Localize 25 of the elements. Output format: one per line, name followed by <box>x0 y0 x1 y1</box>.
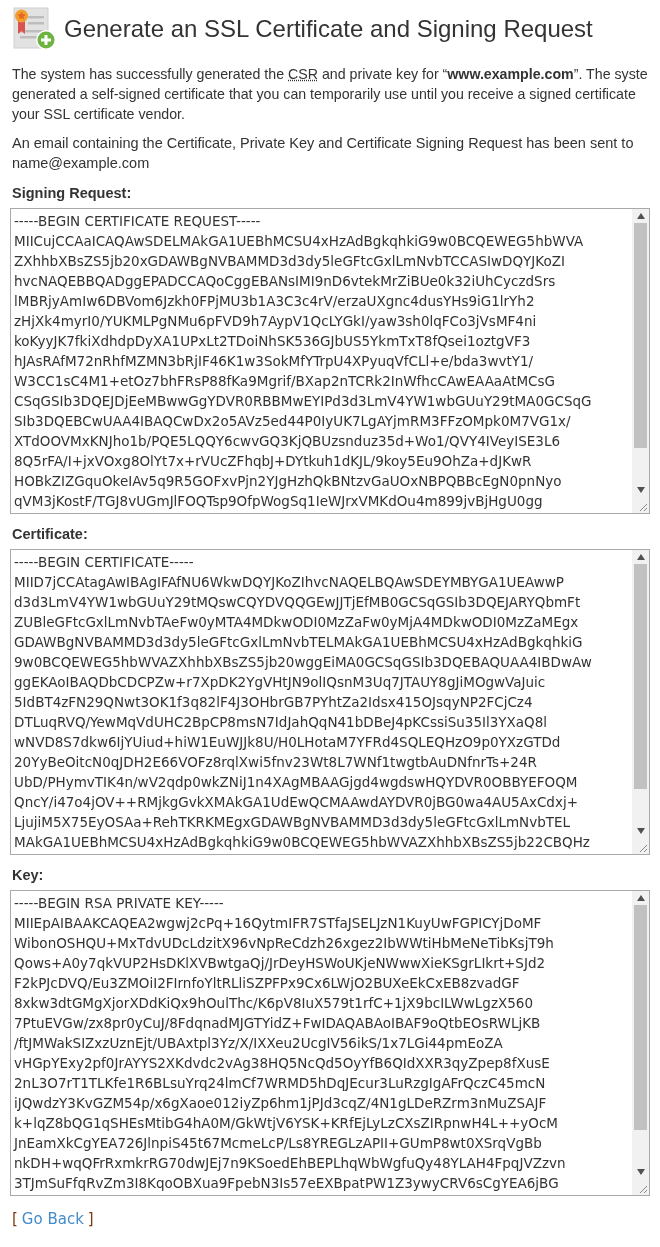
text-area[interactable]: -----BEGIN CERTIFICATE REQUEST----- MIICujCCAaICAQAwSDELMAkGA1UEBhMCSU4xHzAdBgkqhkiG9w0BCQEWEG5hbWVA ZXhhbXBsZS5jb20xGDAWBgNVBAMMD3d3dy5leGFtcGxlLmNvbTCCASIwDQYJKoZI hvcNAQEBBQADggEPADCCAQoCggEBANsIMI9nD6vtekMrZiBUe0k32iUhCyczdSrs lMBRjyAmIw6DBVom6Jzkh0FPjMU3b1A3C3c4rV/erzaUXgnc4dusYHs9iG1lrYh2 zHjXk4myrI0/YUKMLPgNMu6pFVD9h7AypV1QcLYGkI/yaw3sh0lqFCo3jVsMF4ni koKyyJK7fkiXdhdpDyXA1UPxLt2TDoiNhSK536GJbUS5YkmTxT8fQsei1oztgVF3 hJAsRAfM72nRhfMZMN3bRjIF46K1w3SokMfYTrpU4XPyuqVfCLl+e/bda3wvtY1/ W3CC1sC4M1+etOz7bhFRsP88fKa9Mgrif/BXap2nTCRk2InWfhcCAwEAAaAtMCsG CSqGSIb3DQEJDjEeMBwwGgYDVR0RBBMwEYIPd3d3LmV4YW1wbGUuY29tMA0GCSqG SIb3DQEBCwUAA4IBAQCwDx2o5AVz5ed44P0IyUK7LgAYjmRM3FFzOMpk0M7VG1x/ XTdOOVMxKNJho1b/PQE5LQQY6cwvGQ3KjQBUzsnduz35d+Wo1/QVY4IVeyISE3L6 8Q5rFA/I+jxVOxg8OlYt7x+rVUcZFhqbJ+DYtkuh1dKJL/9koy5Eu9OhZa+dJKwR HOBkZIZGquOkeIAv5q9R5GOFxvPjn2YJgHzhQkBNtzvGaUOxNBPQBBcEgN0pnNyo qVM3jKostF/TGJ8vUGmJlFOQTsp9OfpWogSq1IeWJrxVMKdOu4m899jvBjHgU0gg <box>10 208 650 514</box>
go-back-link[interactable]: Go Back <box>21 1208 84 1230</box>
certificate-add-icon <box>12 6 58 52</box>
scrollbar[interactable] <box>632 891 649 1195</box>
text-area[interactable]: -----BEGIN RSA PRIVATE KEY----- MIIEpAIBAAKCAQEA2wgwj2cPq+16QytmIFR7STfaJSELJzN1KuyUwFGPICYjDoMF WibonOSHQU+MxTdvUDcLdzitX96vNpReCdzh26xgez2IbWWtiHbMeNeTibKsjT9h Qows+A0y7qkVUP2HsDKlXVBwtgaQj/JrDeyHSWoUKjeNWwwXieKSgrLIkrt+SJd2 F2kPJcDVQ/Eu3ZMOiI2FIrnfoYltRLliSZPFPx9Cx6LWjO2BUXeEkCxEB8zvadGF 8xkw3dtGMgXjorXDdKiQx9hOulThc/K6pV8IuX579t1rfC+1jX9bcILWwLgzX560 7PtuEVGw/zx8pr0yCuJ/8FdqnadMJGTYidZ+FwIDAQABAoIBAF9oQtbEOsRWLjKB /ftJMWakSIZxzUznEjt/UBAxtpl3Yz/X/IXXeu2UcgIV56ikS/1x7LGi44pmEoZA vHGpYExy2pf0JrAYYS2XKdvdc2vAg38HQ5NcQd5OyYfB6QIdXXR3qyZpep8fXusE 2nL3O7rT1TLKfe1R6BLsuYrq24lmCf7WRMD5hDqJEcur3LuRzgIgAFrQczC45mcN iJQwdzY3KvGZM54p/x6gXaoe012iyZp6hm1jPJd3cqZ/4N1gLDeRZrm3nMuZSAJF k+lqZ8bQG1qSHEsMtibG4hA0M/GkWtjV6YSK+KRfEjLyLzCXsZIRpnwH4L++yOcM JnEamXkCgYEA726JlnpiS45t67McmeLcP/Ls8YREGLzAPII+GUmP8wt0XSrqVgBb nkDH+wqQFrRxmkrRG70dwJEj7n9KSoedEhBEPLhqWbWgfuQy48YLAH4FpqJVZzvn 3TJmSuFfqRvZm3I8KqoOBXua9FpebN3Is57eEXBpatPW1Z3ywyCRV6sCgYEA6jBG <box>10 890 650 1196</box>
resize-grip-icon[interactable] <box>638 502 648 512</box>
email-note: An email containing the Certificate, Private Key and Certificate Signing Request has been sent to name@example.com <box>12 134 635 173</box>
intro-paragraph: The system has successfully generated the CSR and private key for “www.example.com”. The syste generated a self-signed certificate that you can temporarily use until you receive a signed certificate your SSL certificate vendor. <box>12 65 648 124</box>
scroll-down-icon[interactable] <box>636 1169 645 1175</box>
scroll-up-icon[interactable] <box>636 554 645 560</box>
bracket: ] <box>87 1209 94 1230</box>
field-label: Key: <box>11 866 45 885</box>
resize-grip-icon[interactable] <box>638 1184 648 1194</box>
resize-grip-icon[interactable] <box>638 843 648 853</box>
scroll-down-icon[interactable] <box>636 487 645 493</box>
scrollbar[interactable] <box>632 209 649 513</box>
field-label: Signing Request: <box>11 184 133 203</box>
page-title: Generate an SSL Certificate and Signing Request <box>64 14 593 44</box>
scroll-up-icon[interactable] <box>636 213 645 219</box>
field-label: Certificate: <box>11 525 89 544</box>
scroll-up-icon[interactable] <box>636 895 645 901</box>
bracket: [ <box>12 1209 18 1230</box>
text-area[interactable]: -----BEGIN CERTIFICATE----- MIID7jCCAtagAwIBAgIFAfNU6WkwDQYJKoZIhvcNAQELBQAwSDEYMBYGA1UEAwwP d3d3LmV4YW1wbGUuY29tMQswCQYDVQQGEwJJTjEfMB0GCSqGSIb3DQEJARYQbmFt ZUBleGFtcGxlLmNvbTAeFw0yMTA4MDkwODI0MzZaFw0yMjA4MDkwODI0MzZaMEgx GDAWBgNVBAMMD3d3dy5leGFtcGxlLmNvbTELMAkGA1UEBhMCSU4xHzAdBgkqhkiG 9w0BCQEWEG5hbWVAZXhhbXBsZS5jb20wggEiMA0GCSqGSIb3DQEBAQUAA4IBDwAw ggEKAoIBAQDbCDCPZw+r7XpDK2YgVHtJN9olIQsnM3Uq7JTAUY8gJiMOgwVaJuic 5IdBT4zFN29QNwt3OK1f3q82lF4J3OHbrGB7PYhtZa2Idsx415OJsqyNP2FCjCz4 DTLuqRVQ/YewMqVdUHC2BpCP8msN7IdJahQqN41bDBeJ4pKCssiSu35Il3YXaQ8l wNVD8S7dkw6IjYUiud+hiW1EuWJJk8U/H0LHotaM7YFRd4SQLEQHzO9p0YXzGTDd 20YyBeOitcN0qJDH2E66VOFz8rqlXwi5fnv23Wt8L7WNf1twgtbAuDNfnrTs+24R UbD/PHymvTIK4n/wV2qdp0wkZNiJ1n4XAgMBAAGjgd4wgdswHQYDVR0OBBYEFOQM QncY/i47o4jOV++RMjkgGvkXMAkGA1UdEwQCMAAwdAYDVR0jBG0wa4AU5AxCdxj+ LjujiM5X75EyOSAa+RehTKRKMEgxGDAWBgNVBAMMD3d3dy5leGFtcGxlLmNvbTEL MAkGA1UEBhMCSU4xHzAdBgkqhkiG9w0BCQEWEG5hbWVAZXhhbXBsZS5jb22CBQHz <box>10 549 650 855</box>
scrollbar[interactable] <box>632 550 649 854</box>
scroll-down-icon[interactable] <box>636 828 645 834</box>
